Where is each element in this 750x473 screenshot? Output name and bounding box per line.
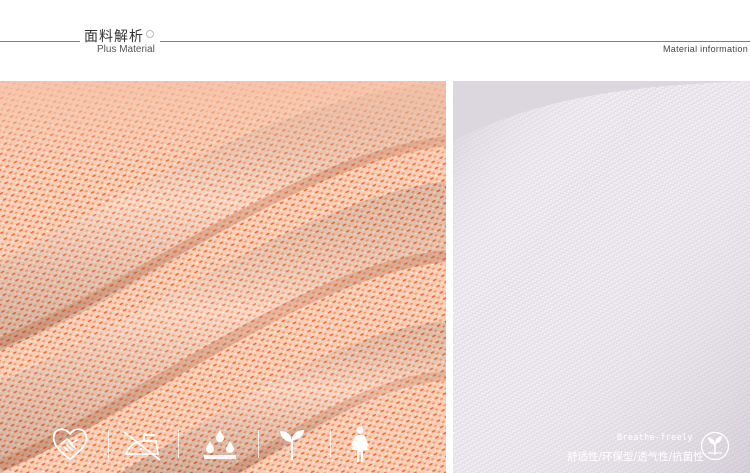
header: 面料解析 Plus Material Material information: [0, 0, 750, 80]
icon-separator: [258, 430, 259, 458]
icon-separator: [108, 430, 109, 458]
water-drops-icon: [200, 424, 240, 464]
header-rule-left: [0, 41, 80, 42]
handshake-heart-icon: [50, 424, 90, 464]
fabric-swatch-light: [453, 81, 750, 473]
plant-badge-icon: [700, 431, 730, 461]
section-subtitle: Plus Material: [97, 44, 155, 55]
fabric-swatch-orange: [0, 81, 446, 473]
circle-dot-icon: [146, 30, 154, 38]
material-information-label: Material information: [662, 44, 748, 54]
sprout-icon: [272, 424, 312, 464]
header-rule-right: [160, 41, 750, 42]
section-title: 面料解析: [84, 29, 144, 45]
icon-separator: [330, 430, 331, 458]
woman-figure-icon: [340, 424, 380, 464]
feature-list: 舒适性/环保型/透气性/抗菌性: [567, 451, 704, 463]
light-fabric-image: [453, 81, 750, 473]
icon-separator: [178, 430, 179, 458]
orange-fabric-image: [0, 81, 446, 473]
feature-icon-strip: [50, 424, 380, 464]
breathe-freely-tagline: Breathe-freely: [617, 433, 693, 443]
iron-icon: [122, 424, 162, 464]
